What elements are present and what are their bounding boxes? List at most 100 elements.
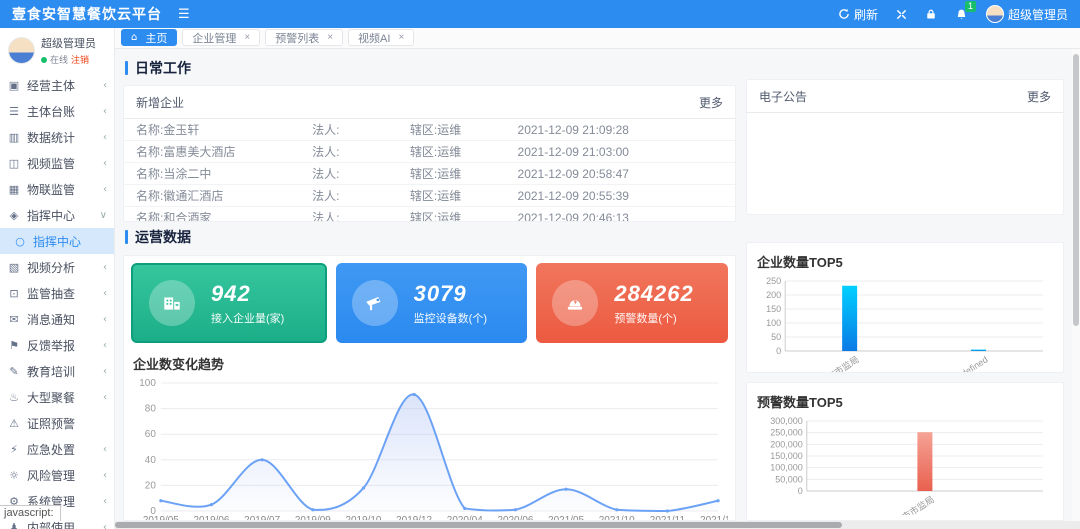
svg-text:0: 0 — [776, 346, 781, 356]
section-operations-data: 运营数据 — [125, 227, 736, 247]
table-row[interactable]: 名称:和合酒家 法人: 辖区:运维 2021-12-09 20:46:13 — [124, 207, 735, 222]
sidebar-item-message-notice[interactable]: ✉ 消息通知 ‹ — [0, 306, 114, 332]
svg-text:undefined: undefined — [951, 354, 990, 373]
siren-icon — [552, 280, 599, 326]
education-icon: ✎ — [9, 364, 19, 378]
tab-alert-list[interactable]: 预警列表 × — [265, 29, 344, 46]
chevron-icon: ‹ — [103, 391, 107, 403]
main-content: 日常工作 新增企业 更多 名称:金玉轩 法人: 辖区:运维 2021-12-09… — [115, 49, 1072, 521]
kpi-label: 接入企业量(家) — [211, 312, 285, 325]
sidebar-item-feedback-report[interactable]: ⚑ 反馈举报 ‹ — [0, 332, 114, 358]
sidebar: 超级管理员 在线 注销 ▣ 经营主体 ‹ ☰ 主体台账 ‹ ▥ 数据统计 ‹ ◫ 视频监管 ‹ … — [0, 28, 115, 529]
table-row[interactable]: 名称:金玉轩 法人: 辖区:运维 2021-12-09 21:09:28 — [124, 119, 735, 141]
kpi-label: 预警数量(个) — [614, 312, 677, 325]
sidebar-item-business-entity[interactable]: ▣ 经营主体 ‹ — [0, 72, 114, 98]
chevron-icon: ‹ — [103, 105, 107, 117]
user-avatar-small — [985, 5, 1004, 23]
bell-icon: ⚠ — [9, 416, 19, 430]
refresh-button[interactable]: 刷新 — [838, 6, 878, 23]
more-link[interactable]: 更多 — [699, 94, 723, 111]
kpi-card-devices[interactable]: 3079 监控设备数(个) — [335, 263, 528, 343]
sidebar-item-iot-supervision[interactable]: ▦ 物联监管 ‹ — [0, 176, 114, 202]
tab-home[interactable]: ⌂ 主页 — [121, 29, 178, 46]
sidebar-menu: ▣ 经营主体 ‹ ☰ 主体台账 ‹ ▥ 数据统计 ‹ ◫ 视频监管 ‹ ▦ 物联监管 ‹ ◈ 指挥中心… — [0, 72, 114, 529]
svg-text:60: 60 — [145, 429, 157, 440]
table-row[interactable]: 名称:徽通汇酒店 法人: 辖区:运维 2021-12-09 20:55:39 — [124, 185, 735, 207]
close-icon[interactable]: × — [244, 32, 250, 43]
sidebar-item-data-statistics[interactable]: ▥ 数据统计 ‹ — [0, 124, 114, 150]
svg-text:50,000: 50,000 — [775, 475, 803, 485]
logout-link[interactable]: 注销 — [71, 53, 89, 66]
vertical-scrollbar-thumb[interactable] — [1073, 54, 1079, 326]
sidebar-item-command-center[interactable]: ◈ 指挥中心 ∨ — [0, 202, 114, 228]
fullscreen-button[interactable] — [896, 9, 907, 20]
kpi-label: 监控设备数(个) — [413, 312, 487, 325]
svg-text:250,000: 250,000 — [770, 428, 803, 438]
table-row[interactable]: 名称:当涂二中 法人: 辖区:运维 2021-12-09 20:58:47 — [124, 163, 735, 185]
online-status-dot — [41, 56, 47, 63]
chevron-icon: ‹ — [103, 79, 107, 91]
svg-text:250: 250 — [766, 276, 781, 286]
sidebar-item-video-supervision[interactable]: ◫ 视频监管 ‹ — [0, 150, 114, 176]
vertical-scrollbar[interactable] — [1072, 49, 1080, 521]
sidebar-item-entity-ledger[interactable]: ☰ 主体台账 ‹ — [0, 98, 114, 124]
lock-icon — [927, 9, 935, 19]
kpi-card-enterprises[interactable]: 942 接入企业量(家) — [131, 263, 327, 343]
sidebar-subitem-command-center[interactable]: ○ 指挥中心 — [0, 228, 114, 254]
table-row[interactable]: 名称:富惠美大酒店 法人: 辖区:运维 2021-12-09 21:03:00 — [124, 141, 735, 163]
horizontal-scrollbar-thumb[interactable] — [115, 522, 843, 528]
user-icon: ♟ — [9, 520, 19, 529]
svg-text:150: 150 — [766, 304, 781, 314]
chevron-icon: ‹ — [103, 287, 107, 299]
alert-top5-panel: 预警数量TOP5 0 50,000 100,000 150,000 200,000 250… — [746, 382, 1064, 521]
chevron-icon: ‹ — [103, 183, 107, 195]
home-icon: ⌂ — [131, 32, 138, 43]
more-link[interactable]: 更多 — [1027, 88, 1051, 105]
alert-top5-chart: 050,000 100,000 150,000200,000 250,000 300,0… — [770, 416, 1043, 520]
avatar — [8, 37, 35, 64]
top-header-bar: 壹食安智慧餐饮云平台 ☰ 刷新 1 超级管理员 — [0, 0, 1080, 28]
sidebar-item-license-alert[interactable]: ⚠ 证照预警 — [0, 410, 114, 436]
user-menu[interactable]: 超级管理员 — [985, 5, 1068, 23]
video-icon: ◫ — [8, 156, 20, 170]
section-marker — [125, 230, 128, 244]
chevron-icon: ‹ — [103, 131, 107, 143]
tab-bar: ⌂ 主页 企业管理 × 预警列表 × 视频AI × — [115, 28, 1080, 49]
kpi-value: 942 — [211, 280, 251, 306]
tab-video-ai[interactable]: 视频AI × — [348, 29, 415, 46]
sidebar-item-education-training[interactable]: ✎ 教育培训 ‹ — [0, 358, 114, 384]
chevron-icon: ‹ — [103, 521, 107, 529]
operations-panel: 942 接入企业量(家) 3079 监控设备数(个) 284262 预警数量(个… — [123, 255, 736, 521]
chevron-icon: ‹ — [103, 443, 107, 455]
panel-title: 新增企业 — [136, 96, 185, 110]
circle-icon: ○ — [15, 234, 25, 248]
chevron-icon: ‹ — [103, 261, 107, 273]
shop-icon: ▣ — [8, 78, 20, 92]
horizontal-scrollbar[interactable] — [115, 521, 1072, 529]
hamburger-menu-icon[interactable]: ☰ — [178, 7, 190, 22]
sidebar-item-group-dining[interactable]: ♨ 大型聚餐 ‹ — [0, 384, 114, 410]
svg-text:100: 100 — [766, 318, 781, 328]
svg-text:200,000: 200,000 — [770, 440, 803, 450]
sidebar-item-risk-management[interactable]: ☼ 风险管理 ‹ — [0, 462, 114, 488]
sidebar-item-video-analysis[interactable]: ▧ 视频分析 ‹ — [0, 254, 114, 280]
svg-text:50: 50 — [771, 332, 781, 342]
chevron-icon: ‹ — [103, 313, 107, 325]
status-bar-link-preview: javascript: — [0, 505, 61, 521]
video-analysis-icon: ▧ — [8, 260, 20, 274]
notifications-button[interactable]: 1 — [955, 0, 976, 21]
kpi-card-alerts[interactable]: 284262 预警数量(个) — [536, 263, 729, 343]
tab-enterprise-management[interactable]: 企业管理 × — [182, 29, 261, 46]
flag-icon: ⚑ — [9, 338, 19, 352]
lock-screen-button[interactable] — [925, 8, 937, 20]
alarm-icon: ⚡ — [10, 442, 18, 456]
chevron-icon: ‹ — [103, 365, 107, 377]
iot-icon: ▦ — [8, 182, 20, 196]
kpi-value: 284262 — [614, 280, 694, 306]
sidebar-item-spot-check[interactable]: ⊡ 监管抽查 ‹ — [0, 280, 114, 306]
close-icon[interactable]: × — [327, 32, 333, 43]
close-icon[interactable]: × — [398, 32, 404, 43]
alert-top5-title: 预警数量TOP5 — [757, 395, 843, 411]
sidebar-item-emergency-response[interactable]: ⚡ 应急处置 ‹ — [0, 436, 114, 462]
building-icon — [149, 280, 195, 326]
